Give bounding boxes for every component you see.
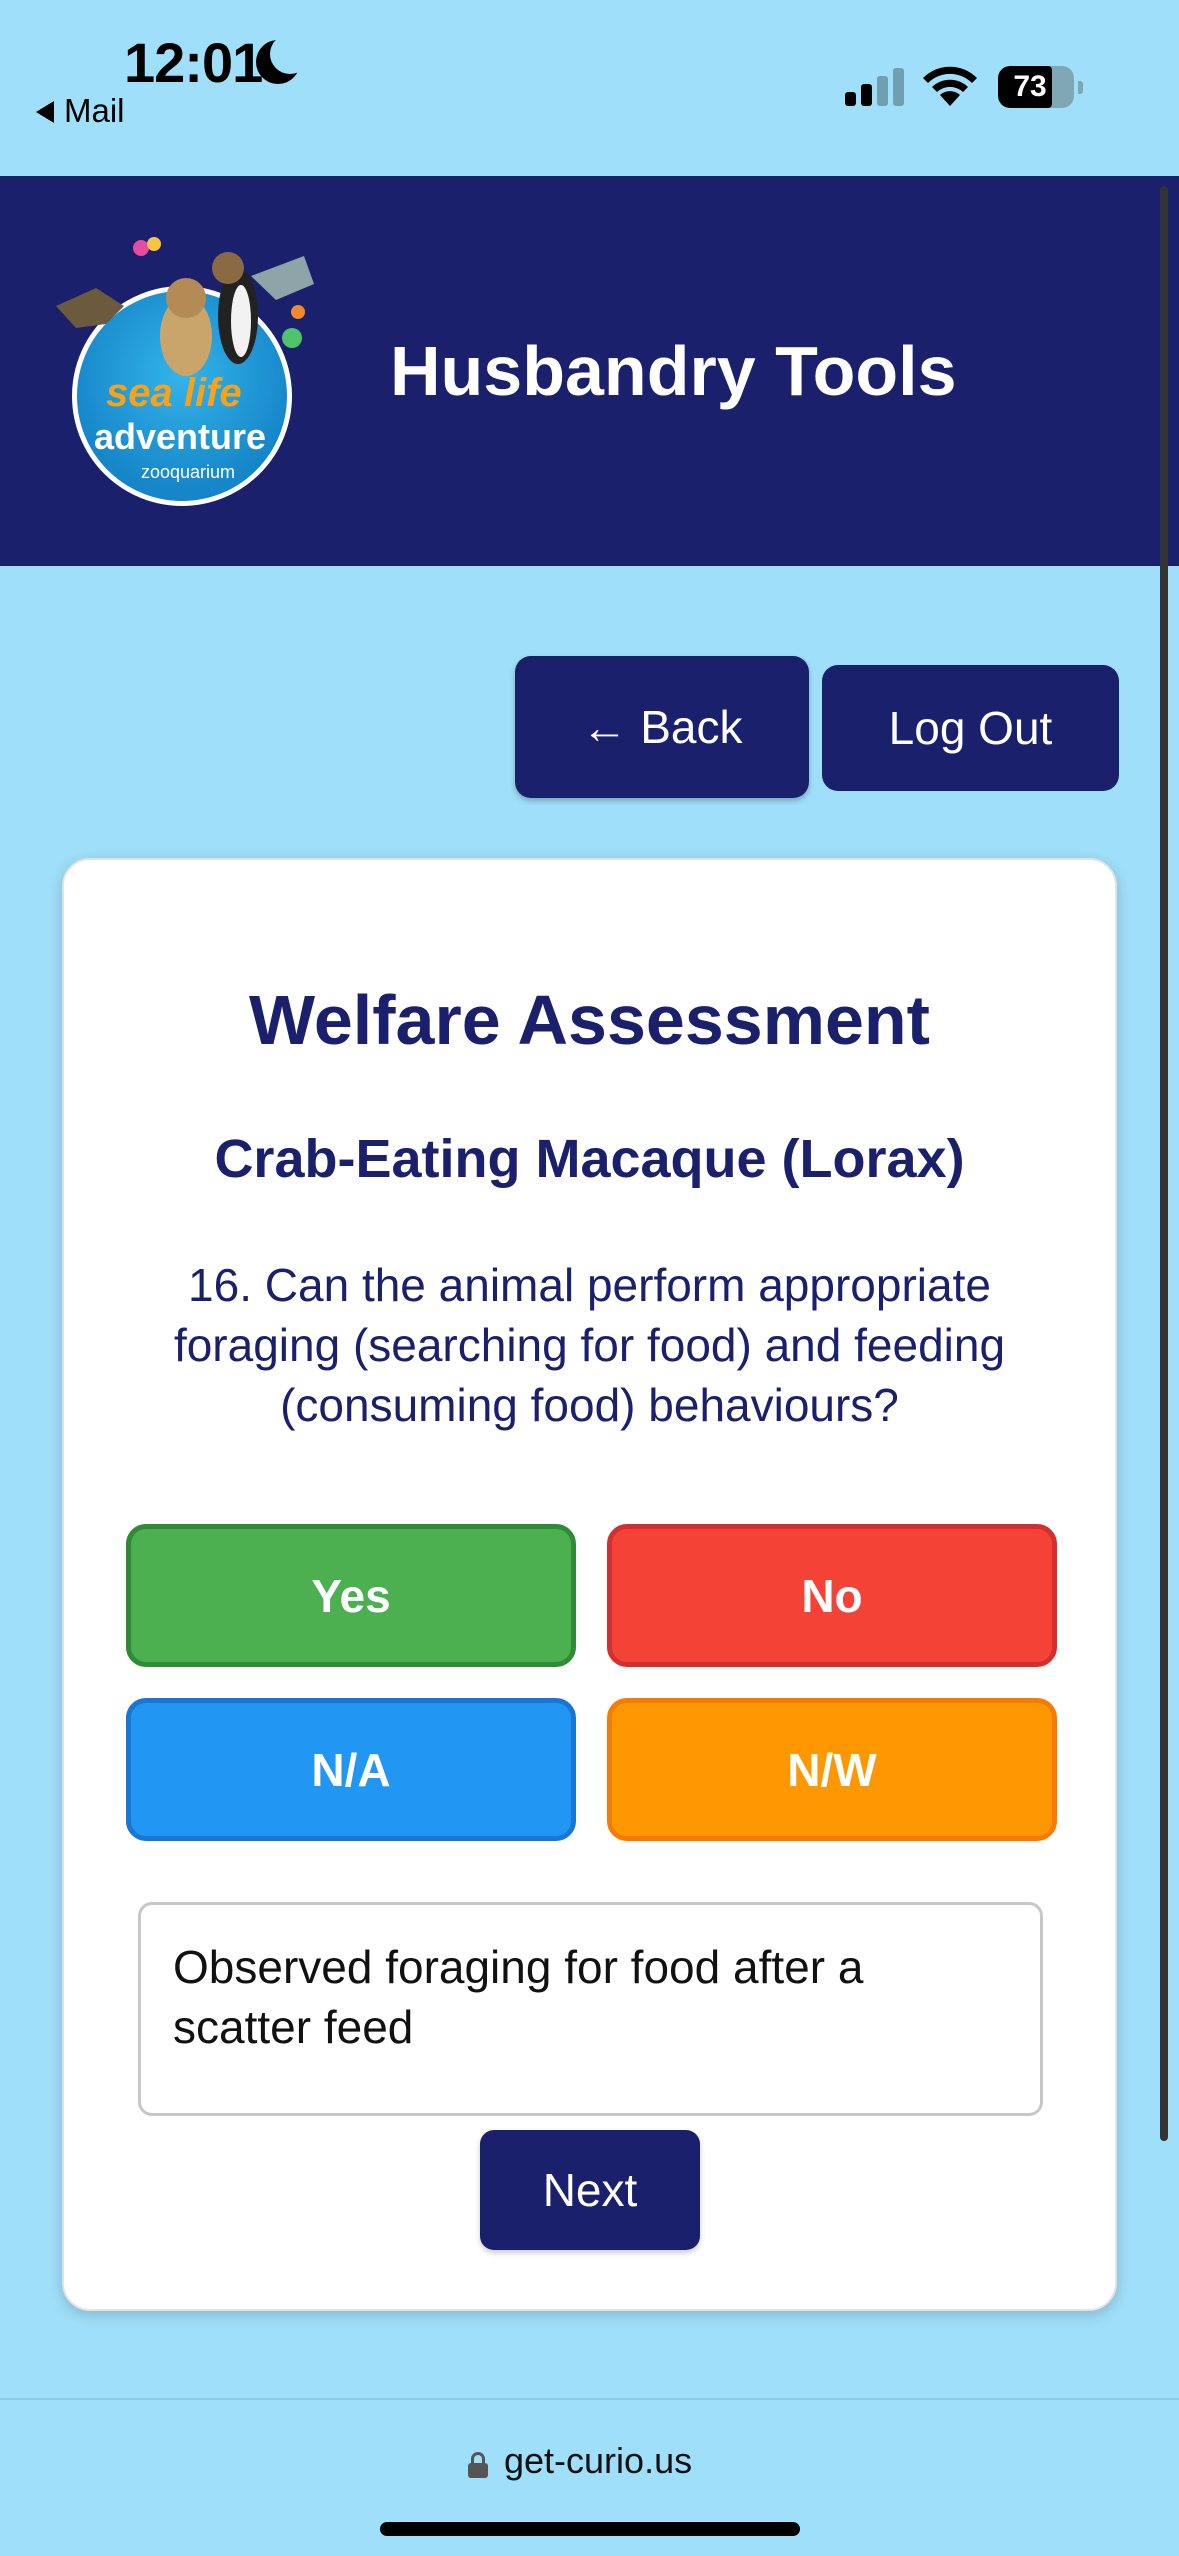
back-button[interactable]: ← Back bbox=[515, 656, 809, 798]
cellular-signal-icon bbox=[845, 66, 905, 106]
browser-url-bar[interactable]: get-curio.us bbox=[0, 2398, 1179, 2556]
next-button[interactable]: Next bbox=[480, 2130, 700, 2250]
logo-text-zooquarium: zooquarium bbox=[141, 462, 236, 482]
answer-yes-button[interactable]: Yes bbox=[126, 1524, 576, 1667]
app-title: Husbandry Tools bbox=[390, 332, 957, 410]
assessment-title: Welfare Assessment bbox=[249, 981, 930, 1059]
logo-text-sealife: sea life bbox=[106, 371, 242, 415]
status-time: 12:01 bbox=[124, 31, 263, 94]
back-triangle-icon bbox=[36, 101, 54, 123]
logo-text-adventure: adventure bbox=[94, 416, 267, 457]
page-scrollbar[interactable] bbox=[1160, 186, 1168, 2141]
answer-no-button[interactable]: No bbox=[607, 1524, 1057, 1667]
status-bar: 12:01 Mail 73 bbox=[0, 0, 1179, 176]
back-app-label: Mail bbox=[64, 92, 125, 129]
page: 12:01 Mail 73 sea life adventure zooquar… bbox=[0, 0, 1179, 2556]
battery-level: 73 bbox=[1013, 70, 1047, 103]
animal-name: Crab-Eating Macaque (Lorax) bbox=[214, 1129, 965, 1189]
app-header: sea life adventure zooquarium Husbandry … bbox=[0, 176, 1179, 566]
logout-button[interactable]: Log Out bbox=[822, 665, 1119, 791]
wifi-icon bbox=[923, 66, 977, 106]
url-text: get-curio.us bbox=[504, 2440, 693, 2481]
back-to-app-link[interactable]: Mail bbox=[36, 92, 125, 130]
battery-icon: 73 bbox=[998, 66, 1083, 108]
notes-textarea[interactable]: Observed foraging for food after a scatt… bbox=[138, 1902, 1043, 2116]
lock-icon bbox=[468, 2452, 488, 2478]
assessment-card: Welfare Assessment Crab-Eating Macaque (… bbox=[62, 858, 1117, 2311]
home-indicator[interactable] bbox=[380, 2522, 800, 2536]
answer-na-button[interactable]: N/A bbox=[126, 1698, 576, 1841]
question-text: 16. Can the animal perform appropriate f… bbox=[173, 1259, 1006, 1431]
focus-moon-icon bbox=[256, 34, 310, 84]
sea-life-adventure-logo: sea life adventure zooquarium bbox=[46, 226, 324, 506]
answer-nw-button[interactable]: N/W bbox=[607, 1698, 1057, 1841]
